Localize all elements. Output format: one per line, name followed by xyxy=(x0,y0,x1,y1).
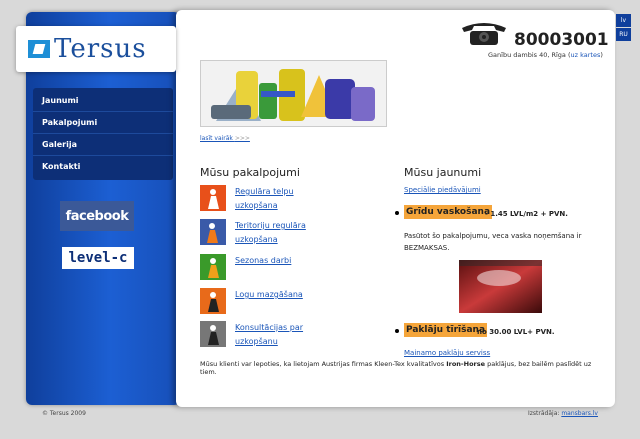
logo-mark-icon xyxy=(28,40,50,58)
consultation-icon xyxy=(200,321,226,347)
cleaning-person-icon xyxy=(200,185,226,211)
address-text: Ganību dambis 40, Rīga xyxy=(488,51,566,59)
phone-number: 80003001 xyxy=(514,30,609,50)
copyright: © Tersus 2009 xyxy=(42,410,86,417)
news-item-floor-waxing-price: - 1.45 LVL/m2 + PVN. xyxy=(485,210,568,218)
main-nav: Jaunumi Pakalpojumi Galerija Kontakti xyxy=(33,88,173,180)
services-title: Mūsu pakalpojumi xyxy=(200,166,300,179)
service-item[interactable]: Logu mazgāšana xyxy=(200,288,325,314)
credits: Izstrādāja: mansbars.lv xyxy=(528,410,598,417)
news-item-carpet-cleaning-price: no 30.00 LVL+ PVN. xyxy=(477,328,555,336)
nav-item-pakalpojumi[interactable]: Pakalpojumi xyxy=(33,112,173,134)
service-link[interactable]: Teritoriju regulāra uzkopšana xyxy=(235,219,325,247)
carpet-service-link[interactable]: Mainamo paklāju serviss xyxy=(404,349,490,357)
service-item[interactable]: Sezonas darbi xyxy=(200,254,325,280)
read-more-text: lasīt vairāk xyxy=(200,135,233,142)
floor-photo xyxy=(459,260,542,313)
hero-image xyxy=(200,60,387,127)
footer-note: Mūsu klienti var lepoties, ka lietojam A… xyxy=(200,360,600,376)
note-brand: Iron-Horse xyxy=(446,360,486,368)
service-item[interactable]: Konsultācijas par uzkopšanu xyxy=(200,321,325,349)
telephone-icon xyxy=(462,23,506,45)
news-item-floor-waxing[interactable]: Grīdu vaskošana xyxy=(404,205,493,219)
nav-item-jaunumi[interactable]: Jaunumi xyxy=(33,90,173,112)
special-offers-link[interactable]: Speciālie piedāvājumi xyxy=(404,186,481,194)
polished-floor-illustration xyxy=(459,260,542,313)
credits-link[interactable]: mansbars.lv xyxy=(561,410,598,417)
bullet xyxy=(395,329,399,333)
map-link[interactable]: uz kartes xyxy=(571,51,601,59)
bullet xyxy=(395,211,399,215)
service-link[interactable]: Logu mazgāšana xyxy=(235,288,325,302)
nav-item-kontakti[interactable]: Kontakti xyxy=(33,156,173,178)
read-more-arrow: >>> xyxy=(234,135,250,142)
lang-lv[interactable]: lv xyxy=(616,14,631,27)
territory-cleaning-icon xyxy=(200,219,226,245)
read-more-link[interactable]: lasīt vairāk >>> xyxy=(200,135,250,142)
nav-item-galerija[interactable]: Galerija xyxy=(33,134,173,156)
lang-ru[interactable]: RU xyxy=(616,28,631,41)
news-item-floor-waxing-desc: Pasūtot šo pakalpojumu, veca vaska noņem… xyxy=(404,232,582,252)
address: Ganību dambis 40, Rīga (uz kartes) xyxy=(488,51,603,59)
logo-text: Tersus xyxy=(54,34,147,64)
note-pre: Mūsu klienti var lepoties, ka lietojam A… xyxy=(200,360,445,368)
cleaning-supplies-illustration xyxy=(201,61,386,126)
facebook-badge[interactable]: facebook xyxy=(60,201,134,231)
service-link[interactable]: Regulāra telpu uzkopšana xyxy=(235,185,325,213)
news-item-carpet-cleaning[interactable]: Paklāju tīrīšana xyxy=(404,323,488,337)
seasonal-work-icon xyxy=(200,254,226,280)
news-title: Mūsu jaunumi xyxy=(404,166,482,179)
window-washing-icon xyxy=(200,288,226,314)
service-item[interactable]: Regulāra telpu uzkopšana xyxy=(200,185,325,213)
service-link[interactable]: Konsultācijas par uzkopšanu xyxy=(235,321,325,349)
service-link[interactable]: Sezonas darbi xyxy=(235,254,325,268)
credits-label: Izstrādāja: xyxy=(528,410,560,417)
service-item[interactable]: Teritoriju regulāra uzkopšana xyxy=(200,219,325,247)
site-logo[interactable]: Tersus xyxy=(16,26,176,72)
level-c-badge[interactable]: level-c xyxy=(62,247,134,269)
